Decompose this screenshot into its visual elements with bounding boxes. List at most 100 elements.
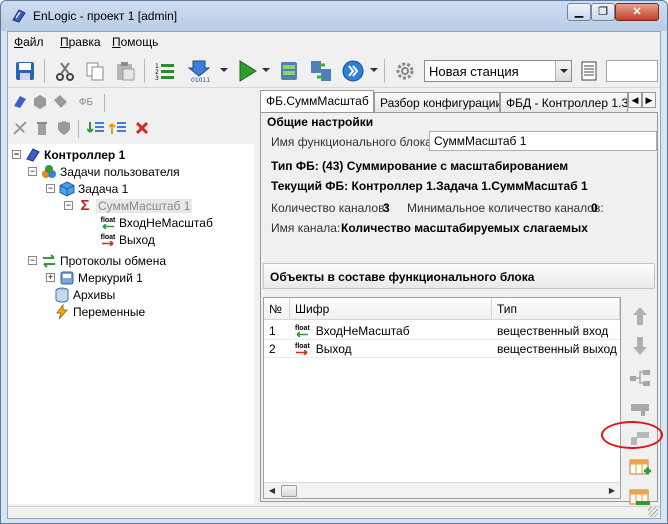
sync-icon[interactable] <box>276 58 302 84</box>
column-header-code[interactable]: Шифр <box>290 298 492 320</box>
float-input-icon: float <box>295 325 310 337</box>
save-icon[interactable] <box>12 58 38 84</box>
menu-edit[interactable]: Правка <box>60 35 101 49</box>
main-toolbar: 123 01011 Новая станция <box>8 54 660 88</box>
meter-icon <box>59 270 75 286</box>
collapse-icon[interactable]: − <box>28 167 37 176</box>
move-up-arrow-icon[interactable] <box>627 303 653 329</box>
cut-icon[interactable] <box>52 58 78 84</box>
shield-icon[interactable] <box>54 118 74 138</box>
close-button[interactable]: ✕ <box>615 3 659 21</box>
status-bar <box>8 506 660 518</box>
lightning-icon <box>54 303 70 320</box>
move-up-icon[interactable] <box>108 118 128 138</box>
tree-label: Архивы <box>73 287 116 302</box>
tag-icon[interactable] <box>50 92 70 112</box>
row-code: float ВходНеМасштаб <box>290 322 492 340</box>
fb-type-line: Тип ФБ: (43) Суммирование с масштабирова… <box>271 159 569 173</box>
copy-icon[interactable] <box>82 58 108 84</box>
tree-node-user-tasks[interactable]: − Задачи пользователя <box>28 163 180 180</box>
tree-node-archives[interactable]: Архивы <box>54 286 115 303</box>
collapse-icon[interactable]: − <box>46 184 55 193</box>
float-input-icon: float <box>100 215 116 231</box>
controller-icon[interactable] <box>10 92 30 112</box>
hexagon-icon[interactable] <box>30 92 50 112</box>
channels-label: Количество каналов: <box>271 201 388 215</box>
move-down-arrow-icon[interactable] <box>627 333 653 359</box>
editor-pane: ФБ.СуммМасштаб 1 Разбор конфигурации ФБД… <box>256 90 660 505</box>
paste-icon[interactable] <box>112 58 138 84</box>
fb-name-field[interactable]: СуммМасштаб 1 <box>429 131 657 151</box>
collapse-icon[interactable]: − <box>28 256 37 265</box>
exchange-icon <box>41 253 57 269</box>
tree-node-mercury[interactable]: + Меркурий 1 <box>46 269 143 286</box>
collapse-icon[interactable]: − <box>12 150 21 159</box>
maximize-button[interactable]: ❐ <box>591 3 615 21</box>
tab-next-button[interactable]: ▶ <box>642 92 656 108</box>
tree-node-fb[interactable]: − Σ СуммМасштаб 1 <box>64 197 193 214</box>
float-output-icon: float <box>100 232 116 248</box>
tab-fb[interactable]: ФБ.СуммМасштаб 1 <box>260 90 374 112</box>
connector-icon[interactable] <box>627 395 653 421</box>
collapse-icon[interactable]: − <box>64 201 73 210</box>
chevron-down-icon[interactable] <box>555 61 571 81</box>
tree-node-input[interactable]: float ВходНеМасштаб <box>100 214 213 231</box>
resize-grip[interactable] <box>648 507 658 517</box>
list-icon[interactable]: 123 <box>152 58 178 84</box>
station-select[interactable]: Новая станция <box>424 60 572 82</box>
tree-node-output[interactable]: float Выход <box>100 231 155 248</box>
tab-strip: ФБ.СуммМасштаб 1 Разбор конфигурации ФБД… <box>256 90 660 112</box>
channels-value[interactable]: 3 <box>383 201 390 215</box>
objects-table: № Шифр Тип 1 float ВходНеМасштаб веществ… <box>263 297 621 499</box>
column-header-number[interactable]: № <box>264 298 290 320</box>
minimize-button[interactable]: ▁ <box>567 3 591 21</box>
project-tree: − Контроллер 1 − Задачи пользователя − З… <box>8 144 254 504</box>
float-tag: float <box>295 342 310 350</box>
notes-icon[interactable] <box>576 58 602 84</box>
tree-node-variables[interactable]: Переменные <box>54 303 145 320</box>
settings-icon[interactable] <box>392 58 418 84</box>
tree-node-protocols[interactable]: − Протоколы обмена <box>28 252 166 269</box>
tree-label: Выход <box>119 232 155 247</box>
fb-button[interactable]: ФБ <box>74 92 98 112</box>
tree-label: Протоколы обмена <box>60 253 167 268</box>
transfer-icon[interactable] <box>308 58 334 84</box>
add-table-icon[interactable] <box>627 455 653 481</box>
expand-icon[interactable]: + <box>46 273 55 282</box>
branch-icon[interactable] <box>627 365 653 391</box>
station-select-value: Новая станция <box>429 64 519 79</box>
scroll-right-icon[interactable]: ▶ <box>604 483 620 499</box>
trash-icon[interactable] <box>32 118 52 138</box>
scroll-thumb[interactable] <box>281 485 297 497</box>
play-icon[interactable] <box>340 58 366 84</box>
tab-fbd[interactable]: ФБД - Контроллер 1.Зада <box>500 92 628 112</box>
tree-node-task1[interactable]: − Задача 1 <box>46 180 128 197</box>
row-number: 2 <box>264 340 290 358</box>
delete-icon[interactable] <box>132 118 152 138</box>
tab-config-parse[interactable]: Разбор конфигурации <box>374 92 500 112</box>
download-icon[interactable]: 01011 <box>186 58 212 84</box>
tree-node-controller[interactable]: − Контроллер 1 <box>12 146 125 163</box>
menu-help[interactable]: Помощь <box>112 35 158 49</box>
horizontal-scrollbar[interactable]: ◀ ▶ <box>264 482 620 498</box>
column-header-type[interactable]: Тип <box>492 298 620 320</box>
tree-label: СуммМасштаб 1 <box>96 198 193 213</box>
channel-name-value[interactable]: Количество масштабируемых слагаемых <box>341 221 588 235</box>
scroll-left-icon[interactable]: ◀ <box>264 483 280 499</box>
tasks-icon <box>41 164 57 180</box>
move-down-icon[interactable] <box>86 118 106 138</box>
row-type: вещественный выход <box>492 340 620 358</box>
window-title: EnLogic - проект 1 [admin] <box>33 9 178 23</box>
min-channels-value: 0 <box>591 201 598 215</box>
svg-text:3: 3 <box>155 75 159 82</box>
title-bar[interactable]: EnLogic - проект 1 [admin] ▁ ❐ ✕ <box>1 1 667 31</box>
tree-label: ВходНеМасштаб <box>119 215 213 230</box>
run-icon[interactable] <box>234 58 260 84</box>
search-input[interactable] <box>606 60 658 82</box>
app-window: EnLogic - проект 1 [admin] ▁ ❐ ✕ Файл Пр… <box>0 0 668 524</box>
row-number: 1 <box>264 322 290 340</box>
tree-label: Задачи пользователя <box>60 164 180 179</box>
disconnect-icon[interactable] <box>10 118 30 138</box>
menu-file[interactable]: Файл <box>14 35 44 49</box>
tab-prev-button[interactable]: ◀ <box>628 92 642 108</box>
